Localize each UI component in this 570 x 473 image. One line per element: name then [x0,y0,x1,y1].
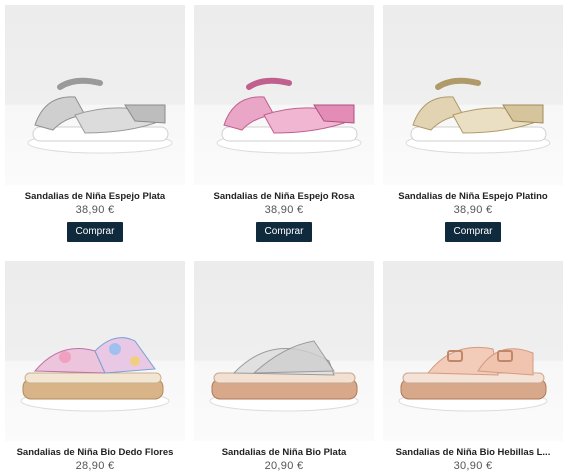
sandal-illustration [398,346,548,412]
product-card[interactable]: Sandalias de Niña Bio Dedo Flores 28,90 … [5,261,185,473]
product-image[interactable] [383,261,563,441]
sandal-illustration [405,77,551,154]
product-name[interactable]: Sandalias de Niña Bio Hebillas L... [383,446,563,459]
product-price: 20,90 € [264,460,304,472]
product-name[interactable]: Sandalias de Niña Espejo Platino [383,190,563,203]
product-image[interactable] [383,5,563,185]
buy-button[interactable]: Comprar [445,222,501,242]
product-image[interactable] [194,261,374,441]
buy-button[interactable]: Comprar [67,222,123,242]
buy-button[interactable]: Comprar [256,222,312,242]
product-card[interactable]: Sandalias de Niña Espejo Plata 38,90 € C… [5,5,185,242]
product-image[interactable] [5,261,185,441]
product-name[interactable]: Sandalias de Niña Espejo Plata [5,190,185,203]
product-image[interactable] [5,5,185,185]
sandal-illustration [216,77,362,154]
product-card[interactable]: Sandalias de Niña Bio Hebillas L... 30,9… [383,261,563,473]
sandal-illustration [27,77,173,154]
product-card[interactable]: Sandalias de Niña Bio Plata 20,90 € [194,261,374,473]
product-image[interactable] [194,5,374,185]
product-name[interactable]: Sandalias de Niña Bio Plata [194,446,374,459]
product-price: 38,90 € [75,204,115,216]
sandal-illustration [20,337,170,412]
product-price: 28,90 € [75,460,115,472]
product-card[interactable]: Sandalias de Niña Espejo Rosa 38,90 € Co… [194,5,374,242]
product-price: 38,90 € [264,204,304,216]
product-name[interactable]: Sandalias de Niña Bio Dedo Flores [5,446,185,459]
product-name[interactable]: Sandalias de Niña Espejo Rosa [194,190,374,203]
product-price: 38,90 € [453,204,493,216]
product-price: 30,90 € [453,460,493,472]
product-card[interactable]: Sandalias de Niña Espejo Platino 38,90 €… [383,5,563,242]
sandal-illustration [209,340,359,412]
